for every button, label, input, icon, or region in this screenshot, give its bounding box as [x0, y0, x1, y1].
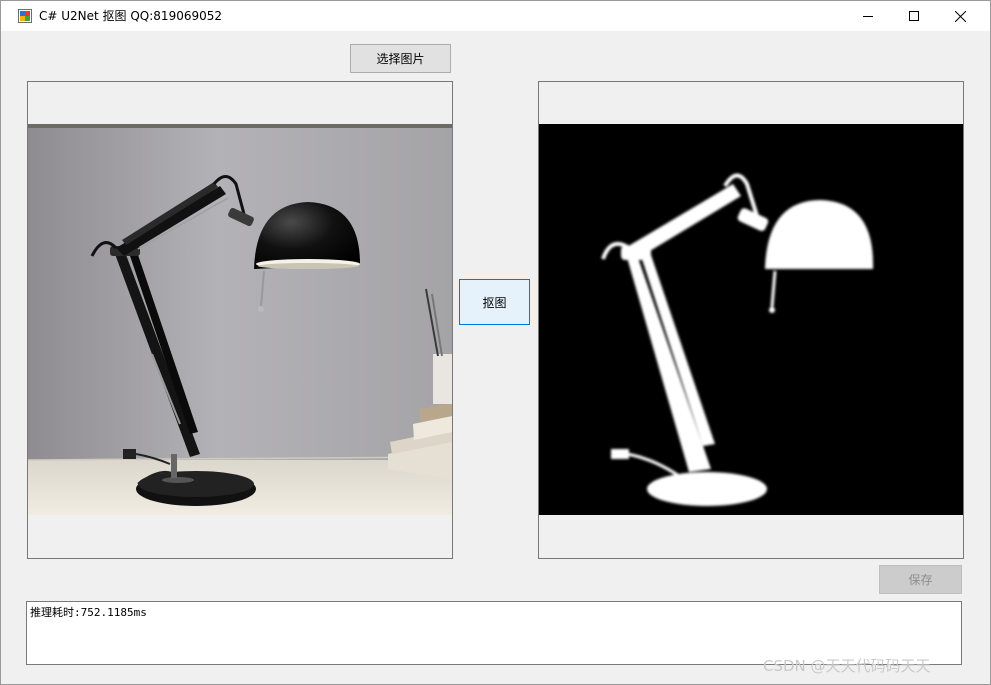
app-icon	[18, 9, 32, 23]
source-image	[28, 124, 452, 515]
close-button[interactable]	[937, 1, 983, 31]
result-picture-box	[538, 81, 964, 559]
window-title: C# U2Net 抠图 QQ:819069052	[39, 9, 223, 23]
minimize-button[interactable]	[845, 1, 891, 31]
close-icon	[954, 10, 966, 22]
save-button[interactable]: 保存	[879, 565, 962, 594]
app-window: C# U2Net 抠图 QQ:819069052 选择图片 抠图 保存 推理耗时…	[0, 0, 991, 685]
cutout-button[interactable]: 抠图	[459, 279, 530, 325]
maximize-icon	[909, 11, 919, 21]
source-picture-box	[27, 81, 453, 559]
result-image	[539, 124, 963, 515]
inference-time-text: 推理耗时:752.1185ms	[30, 606, 147, 619]
watermark: CSDN @天天代码码天天	[763, 657, 931, 675]
maximize-button[interactable]	[891, 1, 937, 31]
minimize-icon	[863, 16, 873, 17]
title-bar[interactable]: C# U2Net 抠图 QQ:819069052	[1, 1, 990, 31]
select-image-button[interactable]: 选择图片	[350, 44, 451, 73]
